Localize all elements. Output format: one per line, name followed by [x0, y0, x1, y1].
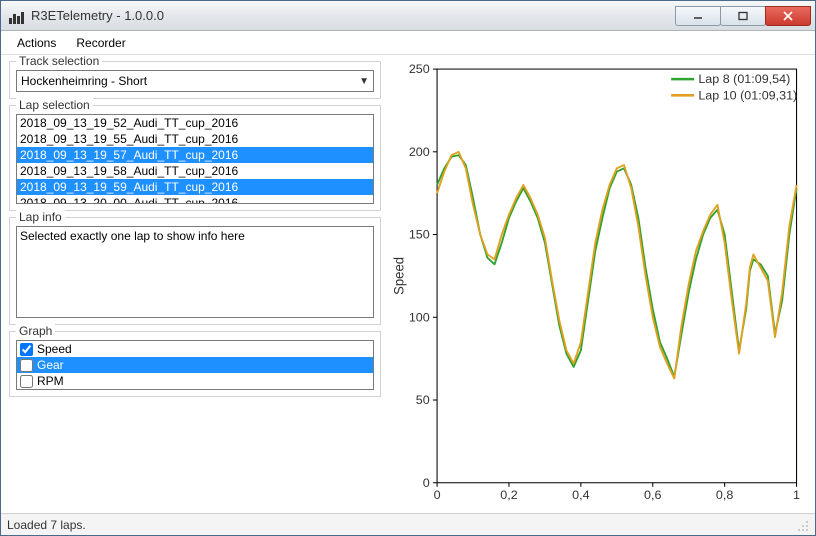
lap-item[interactable]: 2018_09_13_19_52_Audi_TT_cup_2016 [17, 115, 373, 131]
chart-panel: 0 50 100 150 200 250 0 0,2 0,4 0,6 0,8 1 Speed Lap 8 … [389, 61, 807, 511]
svg-text:150: 150 [409, 228, 430, 242]
lap-item[interactable]: 2018_09_13_19_55_Audi_TT_cup_2016 [17, 131, 373, 147]
close-button[interactable] [765, 6, 811, 26]
chevron-down-icon: ▼ [359, 76, 369, 87]
graph-item[interactable]: Gear [17, 357, 373, 373]
track-selection-group: Track selection Hockenheimring - Short ▼ [9, 61, 381, 99]
window-title: R3ETelemetry - 1.0.0.0 [31, 8, 676, 23]
lap-item[interactable]: 2018_09_13_19_57_Audi_TT_cup_2016 [17, 147, 373, 163]
lapinfo-text: Selected exactly one lap to show info he… [16, 226, 374, 318]
lap-listbox[interactable]: 2018_09_13_19_52_Audi_TT_cup_20162018_09… [16, 114, 374, 204]
svg-text:0,4: 0,4 [572, 488, 590, 502]
svg-text:1: 1 [793, 488, 800, 502]
lap-item[interactable]: 2018_09_13_19_59_Audi_TT_cup_2016 [17, 179, 373, 195]
svg-text:0,2: 0,2 [500, 488, 518, 502]
svg-text:100: 100 [409, 311, 430, 325]
lap-info-group: Lap info Selected exactly one lap to sho… [9, 217, 381, 325]
main-area: Track selection Hockenheimring - Short ▼… [1, 55, 815, 513]
track-combo-value: Hockenheimring - Short [21, 74, 147, 88]
status-bar: Loaded 7 laps. [1, 513, 815, 535]
graph-legend: Graph [16, 324, 55, 338]
svg-text:0,8: 0,8 [716, 488, 734, 502]
graph-checkbox[interactable] [20, 359, 33, 372]
graph-listbox[interactable]: Speed Gear RPM [16, 340, 374, 390]
menu-recorder[interactable]: Recorder [68, 33, 133, 53]
graph-label: Speed [37, 342, 72, 356]
minimize-button[interactable] [675, 6, 721, 26]
svg-text:Lap 10 (01:09,31): Lap 10 (01:09,31) [698, 89, 797, 103]
graph-label: Gear [37, 358, 64, 372]
graph-group: Graph SpeedGearRPM [9, 331, 381, 397]
speed-chart: 0 50 100 150 200 250 0 0,2 0,4 0,6 0,8 1 Speed Lap 8 … [389, 61, 807, 511]
lap-item[interactable]: 2018_09_13_19_58_Audi_TT_cup_2016 [17, 163, 373, 179]
svg-text:200: 200 [409, 145, 430, 159]
app-icon [9, 8, 25, 24]
svg-text:0,6: 0,6 [644, 488, 662, 502]
maximize-button[interactable] [720, 6, 766, 26]
graph-label: RPM [37, 374, 64, 388]
graph-item[interactable]: Speed [17, 341, 373, 357]
lap-item[interactable]: 2018_09_13_20_00_Audi_TT_cup_2016 [17, 195, 373, 204]
lap-legend: Lap selection [16, 98, 93, 112]
menu-actions[interactable]: Actions [9, 33, 64, 53]
lap-selection-group: Lap selection 2018_09_13_19_52_Audi_TT_c… [9, 105, 381, 211]
svg-text:50: 50 [416, 393, 430, 407]
title-bar: R3ETelemetry - 1.0.0.0 [1, 1, 815, 31]
svg-text:250: 250 [409, 62, 430, 76]
svg-text:0: 0 [434, 488, 441, 502]
track-combo[interactable]: Hockenheimring - Short ▼ [16, 70, 374, 92]
status-text: Loaded 7 laps. [7, 518, 86, 532]
resize-grip-icon[interactable] [795, 518, 809, 532]
menu-bar: Actions Recorder [1, 31, 815, 55]
graph-checkbox[interactable] [20, 375, 33, 388]
graph-item[interactable]: RPM [17, 373, 373, 389]
svg-text:0: 0 [423, 476, 430, 490]
svg-text:Lap 8 (01:09,54): Lap 8 (01:09,54) [698, 72, 790, 86]
graph-checkbox[interactable] [20, 343, 33, 356]
lapinfo-legend: Lap info [16, 210, 65, 224]
window-controls [676, 6, 811, 26]
svg-text:Speed: Speed [391, 257, 406, 295]
left-panel: Track selection Hockenheimring - Short ▼… [9, 61, 381, 511]
track-legend: Track selection [16, 55, 102, 68]
